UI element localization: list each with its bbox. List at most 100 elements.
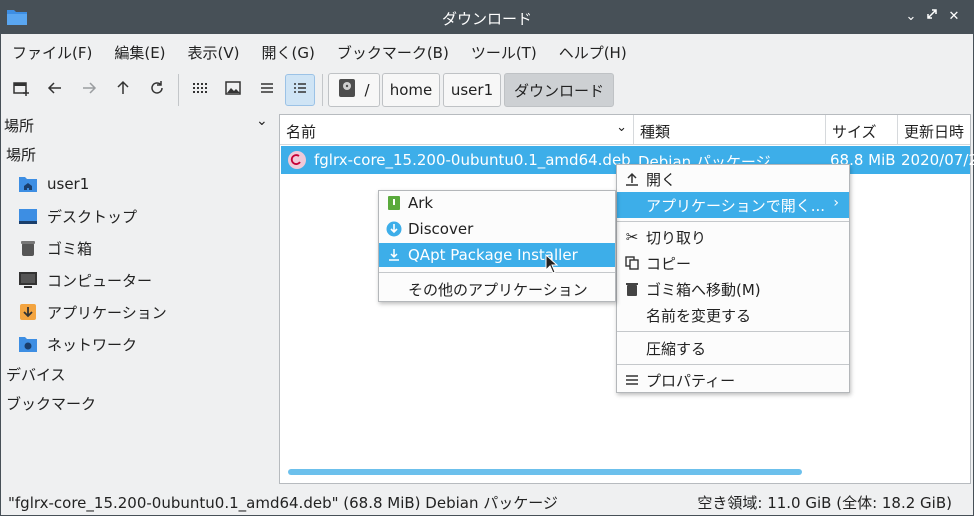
menu-separator	[617, 331, 849, 332]
menu-item-cut[interactable]: ✂ 切り取り	[617, 224, 849, 250]
up-button[interactable]	[108, 74, 138, 106]
preview-view-button[interactable]	[218, 74, 248, 106]
menu-item-open[interactable]: 開く	[617, 166, 849, 192]
discover-icon	[386, 221, 402, 237]
column-header-modified[interactable]: 更新日時	[898, 115, 970, 145]
scissors-icon: ✂	[625, 228, 639, 246]
menu-item-open-with[interactable]: アプリケーションで開く... ›	[617, 192, 849, 218]
menu-item-label: アプリケーションで開く...	[646, 196, 826, 215]
menu-item-label: 切り取り	[646, 228, 707, 247]
breadcrumb-downloads[interactable]: ダウンロード	[504, 73, 614, 107]
submenu-item-label: Ark	[408, 194, 434, 212]
column-header-size[interactable]: サイズ	[826, 115, 898, 145]
list-icon	[259, 80, 275, 100]
menu-item-label: 名前を変更する	[646, 306, 752, 325]
computer-icon	[18, 270, 38, 290]
place-item-trash[interactable]: ゴミ箱	[18, 236, 92, 260]
arrow-left-icon	[47, 80, 63, 100]
breadcrumb-home[interactable]: home	[382, 73, 440, 107]
arrow-up-icon	[115, 80, 131, 100]
submenu-item-qapt[interactable]: QApt Package Installer	[379, 243, 615, 267]
reload-button[interactable]	[142, 74, 172, 106]
close-icon[interactable]: ✕	[945, 8, 963, 26]
menu-separator	[617, 364, 849, 365]
trash-icon	[624, 281, 640, 297]
menu-help[interactable]: ヘルプ(H)	[547, 36, 637, 68]
arrow-right-icon	[81, 80, 97, 100]
menu-item-properties[interactable]: プロパティー	[617, 367, 849, 393]
network-folder-icon	[18, 334, 38, 354]
column-header-type[interactable]: 種類	[634, 115, 826, 145]
toolbar-separator	[322, 74, 323, 106]
section-devices[interactable]: デバイス	[6, 364, 66, 385]
image-icon	[225, 80, 241, 100]
context-menu: 開く アプリケーションで開く... › ✂ 切り取り コピー ゴミ箱へ移動(M)…	[616, 164, 850, 393]
ark-icon	[386, 195, 402, 211]
horizontal-scrollbar[interactable]	[288, 469, 802, 475]
submenu-item-other-applications[interactable]: その他のアプリケーション	[379, 277, 615, 301]
menu-item-copy[interactable]: コピー	[617, 250, 849, 276]
menu-view[interactable]: 表示(V)	[176, 36, 250, 68]
column-name-label: 名前	[286, 123, 317, 141]
menu-file[interactable]: ファイル(F)	[0, 36, 102, 68]
submenu-item-discover[interactable]: Discover	[379, 217, 615, 241]
place-label: user1	[47, 175, 90, 193]
menu-bookmarks[interactable]: ブックマーク(B)	[325, 36, 459, 68]
menu-edit[interactable]: 編集(E)	[102, 36, 175, 68]
breadcrumb-root-label: /	[364, 81, 370, 99]
menu-separator	[379, 272, 615, 273]
file-modified: 2020/07/2	[901, 151, 974, 169]
place-item-network[interactable]: ネットワーク	[18, 332, 137, 356]
breadcrumb-root[interactable]: /	[328, 73, 380, 107]
place-item-desktop[interactable]: デスクトップ	[18, 204, 137, 228]
section-places[interactable]: 場所	[6, 144, 36, 165]
submenu-item-ark[interactable]: Ark	[379, 191, 615, 215]
sort-chevron-icon: ⌄	[616, 120, 627, 135]
properties-icon	[624, 372, 640, 388]
place-item-user1[interactable]: user1	[18, 172, 89, 196]
icon-view-button[interactable]	[184, 74, 214, 106]
minimize-icon[interactable]: ⌄	[902, 8, 920, 26]
home-folder-icon	[18, 174, 38, 194]
chevron-down-icon[interactable]: ⌄	[256, 113, 268, 129]
restore-icon[interactable]	[923, 8, 941, 26]
menu-item-move-to-trash[interactable]: ゴミ箱へ移動(M)	[617, 276, 849, 302]
column-header-name[interactable]: 名前 ⌄	[280, 115, 634, 145]
trash-icon	[18, 238, 38, 258]
new-tab-button[interactable]	[6, 74, 36, 106]
breadcrumb-user1[interactable]: user1	[443, 73, 501, 107]
menu-go[interactable]: 開く(G)	[250, 36, 325, 68]
menu-bar: ファイル(F) 編集(E) 表示(V) 開く(G) ブックマーク(B) ツール(…	[0, 36, 637, 68]
place-item-applications[interactable]: アプリケーション	[18, 300, 167, 324]
applications-icon	[18, 302, 38, 322]
menu-item-rename[interactable]: 名前を変更する	[617, 302, 849, 328]
reload-icon	[149, 80, 165, 100]
debian-package-icon	[287, 150, 307, 174]
places-panel: 場所 ⌄ 場所 user1 デスクトップ ゴミ箱 コンピューター アプリケーショ…	[0, 112, 276, 490]
place-item-computer[interactable]: コンピューター	[18, 268, 152, 292]
detail-view-button[interactable]	[285, 74, 315, 106]
menu-item-label: 圧縮する	[646, 339, 707, 358]
menu-item-label: 開く	[646, 170, 677, 189]
submenu-item-label: Discover	[408, 220, 474, 238]
menu-item-compress[interactable]: 圧縮する	[617, 335, 849, 361]
menu-tools[interactable]: ツール(T)	[459, 36, 547, 68]
places-panel-title: 場所	[4, 117, 35, 135]
window-title: ダウンロード	[441, 10, 532, 28]
grid-icon	[191, 80, 207, 100]
open-icon	[624, 171, 640, 187]
new-tab-icon	[12, 79, 30, 101]
compact-view-button[interactable]	[252, 74, 282, 106]
forward-button[interactable]	[74, 74, 104, 106]
place-label: ネットワーク	[47, 335, 138, 354]
section-bookmarks[interactable]: ブックマーク	[6, 393, 96, 414]
open-with-submenu: Ark Discover QApt Package Installer その他の…	[378, 190, 616, 302]
menu-item-label: プロパティー	[646, 371, 736, 390]
toolbar-separator	[178, 74, 179, 106]
menu-item-label: ゴミ箱へ移動(M)	[646, 280, 761, 299]
back-button[interactable]	[40, 74, 70, 106]
status-free-space: 空き領域: 11.0 GiB (全体: 18.2 GiB)	[697, 494, 952, 512]
